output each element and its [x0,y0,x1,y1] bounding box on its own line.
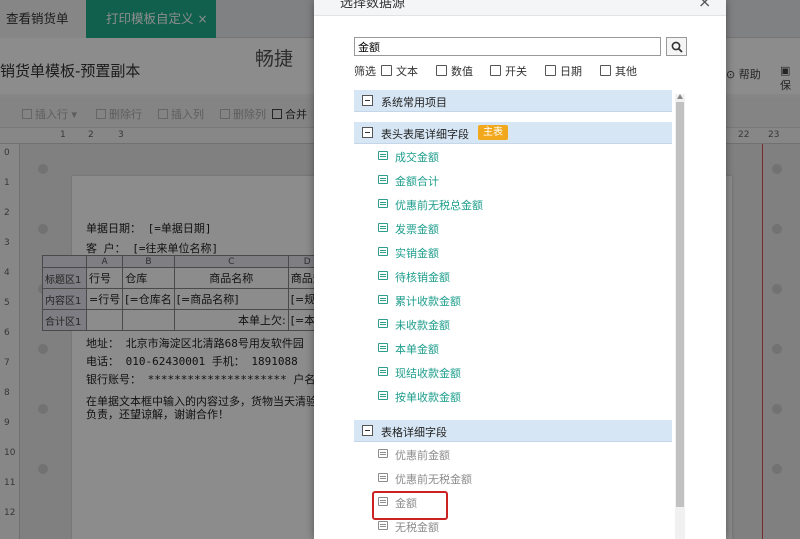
select-datasource-dialog: 选择数据源 × 筛选 文本 数值 开关 日期 其他 系统常用项目 表头表尾详细字… [314,0,726,539]
field-icon [378,391,388,400]
collapse-icon[interactable] [362,425,373,436]
checkbox-icon [545,65,556,76]
filter-label: 筛选 [354,65,376,78]
search-icon [671,41,683,53]
search-input[interactable] [354,37,661,56]
checkbox-icon [490,65,501,76]
checkbox-icon [436,65,447,76]
filter-date-checkbox[interactable]: 日期 [545,63,582,79]
field-icon [378,271,388,280]
field-icon [378,223,388,232]
group-system-common[interactable]: 系统常用项目 [354,90,672,112]
field-icon [378,247,388,256]
dialog-title: 选择数据源 [340,0,406,11]
scroll-up-icon[interactable] [677,94,683,99]
field-icon [378,343,388,352]
collapse-icon[interactable] [362,127,373,138]
filter-other-checkbox[interactable]: 其他 [600,63,637,79]
highlight-annotation [372,491,448,520]
filter-switch-checkbox[interactable]: 开关 [490,63,527,79]
field-icon [378,175,388,184]
checkbox-icon [600,65,611,76]
close-icon[interactable]: × [698,0,711,11]
main-table-badge: 主表 [478,125,508,140]
search-button[interactable] [666,37,687,56]
field-icon [378,367,388,376]
field-icon [378,295,388,304]
field-icon [378,151,388,160]
filter-text-checkbox[interactable]: 文本 [381,63,418,79]
group-table-detail-fields[interactable]: 表格详细字段 [354,420,672,442]
field-icon [378,319,388,328]
group-header-footer-fields[interactable]: 表头表尾详细字段 主表 [354,122,672,144]
collapse-icon[interactable] [362,95,373,106]
checkbox-icon [381,65,392,76]
field-icon [378,473,388,482]
field-icon [378,449,388,458]
field-tree: 系统常用项目 表头表尾详细字段 主表 成交金额 金额合计 优惠前无税总金额 发票… [350,86,685,539]
list-scrollbar[interactable] [675,94,685,539]
field-icon [378,521,388,530]
field-icon [378,199,388,208]
dialog-header: 选择数据源 × [314,0,726,16]
filter-number-checkbox[interactable]: 数值 [436,63,473,79]
scroll-thumb[interactable] [676,102,684,507]
